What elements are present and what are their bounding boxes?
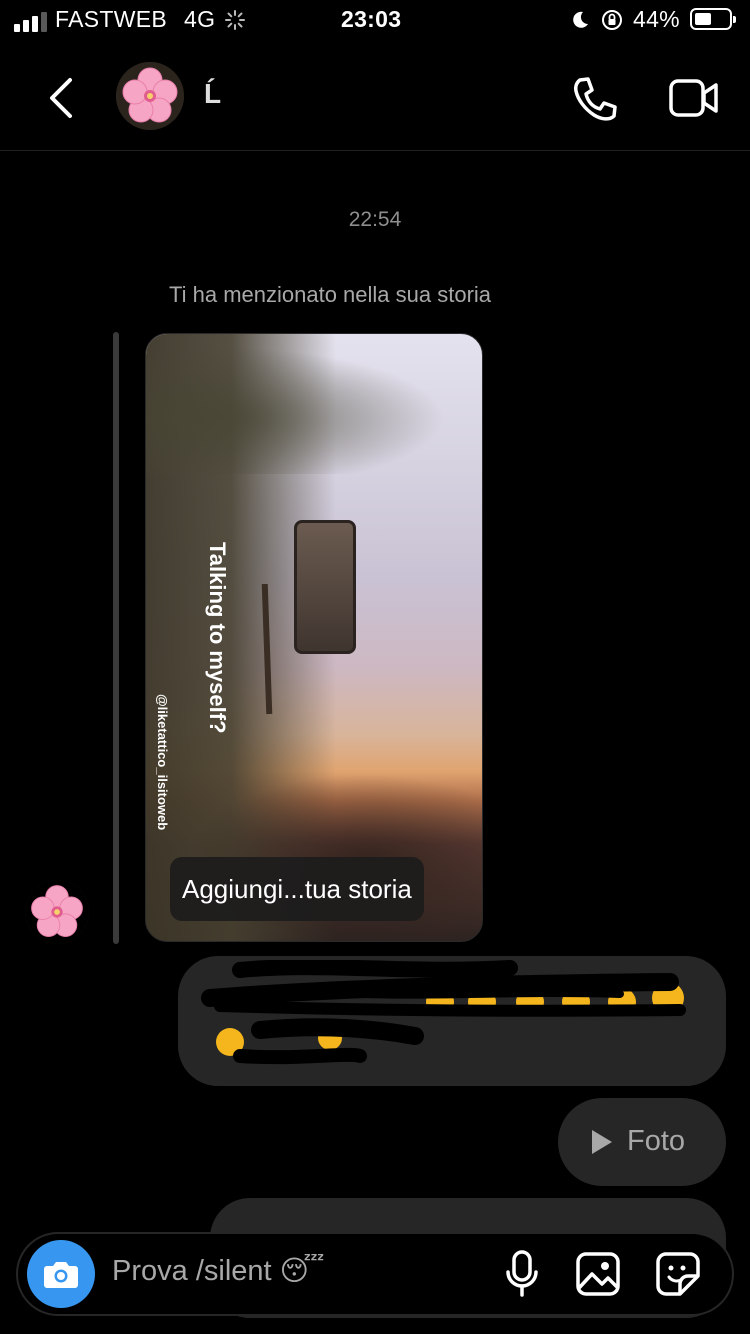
loading-spinner-icon [225, 10, 245, 30]
clock: 23:03 [341, 6, 402, 32]
camera-icon [44, 1262, 78, 1288]
message-timestamp: 22:54 [348, 208, 402, 231]
phone-icon[interactable] [570, 74, 620, 124]
message-input[interactable]: Prova /silent 😴 [112, 1254, 325, 1288]
camera-button[interactable] [27, 1240, 95, 1308]
microphone-icon[interactable] [502, 1248, 542, 1300]
battery-percentage: 44% [633, 6, 680, 32]
moon-icon [573, 11, 588, 28]
status-bar: FASTWEB 4G 23:03 44% [0, 0, 750, 44]
battery-icon [690, 8, 736, 30]
back-chevron-icon[interactable] [46, 76, 76, 120]
story-username-tag: @liketattico_ilsitoweb [155, 694, 170, 831]
sticker-icon[interactable] [654, 1250, 702, 1298]
photo-message-label: Foto [627, 1125, 686, 1157]
sender-avatar[interactable] [25, 880, 89, 944]
carrier-name: FASTWEB [55, 6, 168, 32]
cherry-blossom-icon [116, 62, 184, 130]
reply-indicator-line [113, 332, 119, 944]
story-overlay-text: Talking to myself? [205, 542, 230, 734]
sleeping-emoji: 😴 [279, 1255, 325, 1286]
story-mention-card[interactable]: @liketattico_ilsitoweb Talking to myself… [145, 333, 483, 942]
video-camera-icon[interactable] [668, 76, 720, 120]
gallery-icon[interactable] [574, 1250, 622, 1298]
message-input-placeholder: Prova /silent [112, 1255, 272, 1287]
contact-avatar[interactable] [116, 62, 184, 130]
chat-header: Ĺ [0, 50, 750, 151]
signal-strength-icon [14, 10, 48, 32]
add-to-story-button[interactable]: Aggiungi...tua storia [170, 857, 424, 921]
story-mention-note: Ti ha menzionato nella sua storia [168, 282, 492, 307]
cherry-blossom-icon [25, 880, 89, 944]
contact-name[interactable]: Ĺ [204, 78, 221, 110]
redacted-text-scribble [201, 960, 686, 1065]
network-type: 4G [184, 6, 216, 32]
rotation-lock-icon [602, 10, 622, 30]
play-icon [592, 1130, 612, 1154]
story-image-trees [146, 334, 482, 474]
story-image-mirror [294, 520, 356, 654]
